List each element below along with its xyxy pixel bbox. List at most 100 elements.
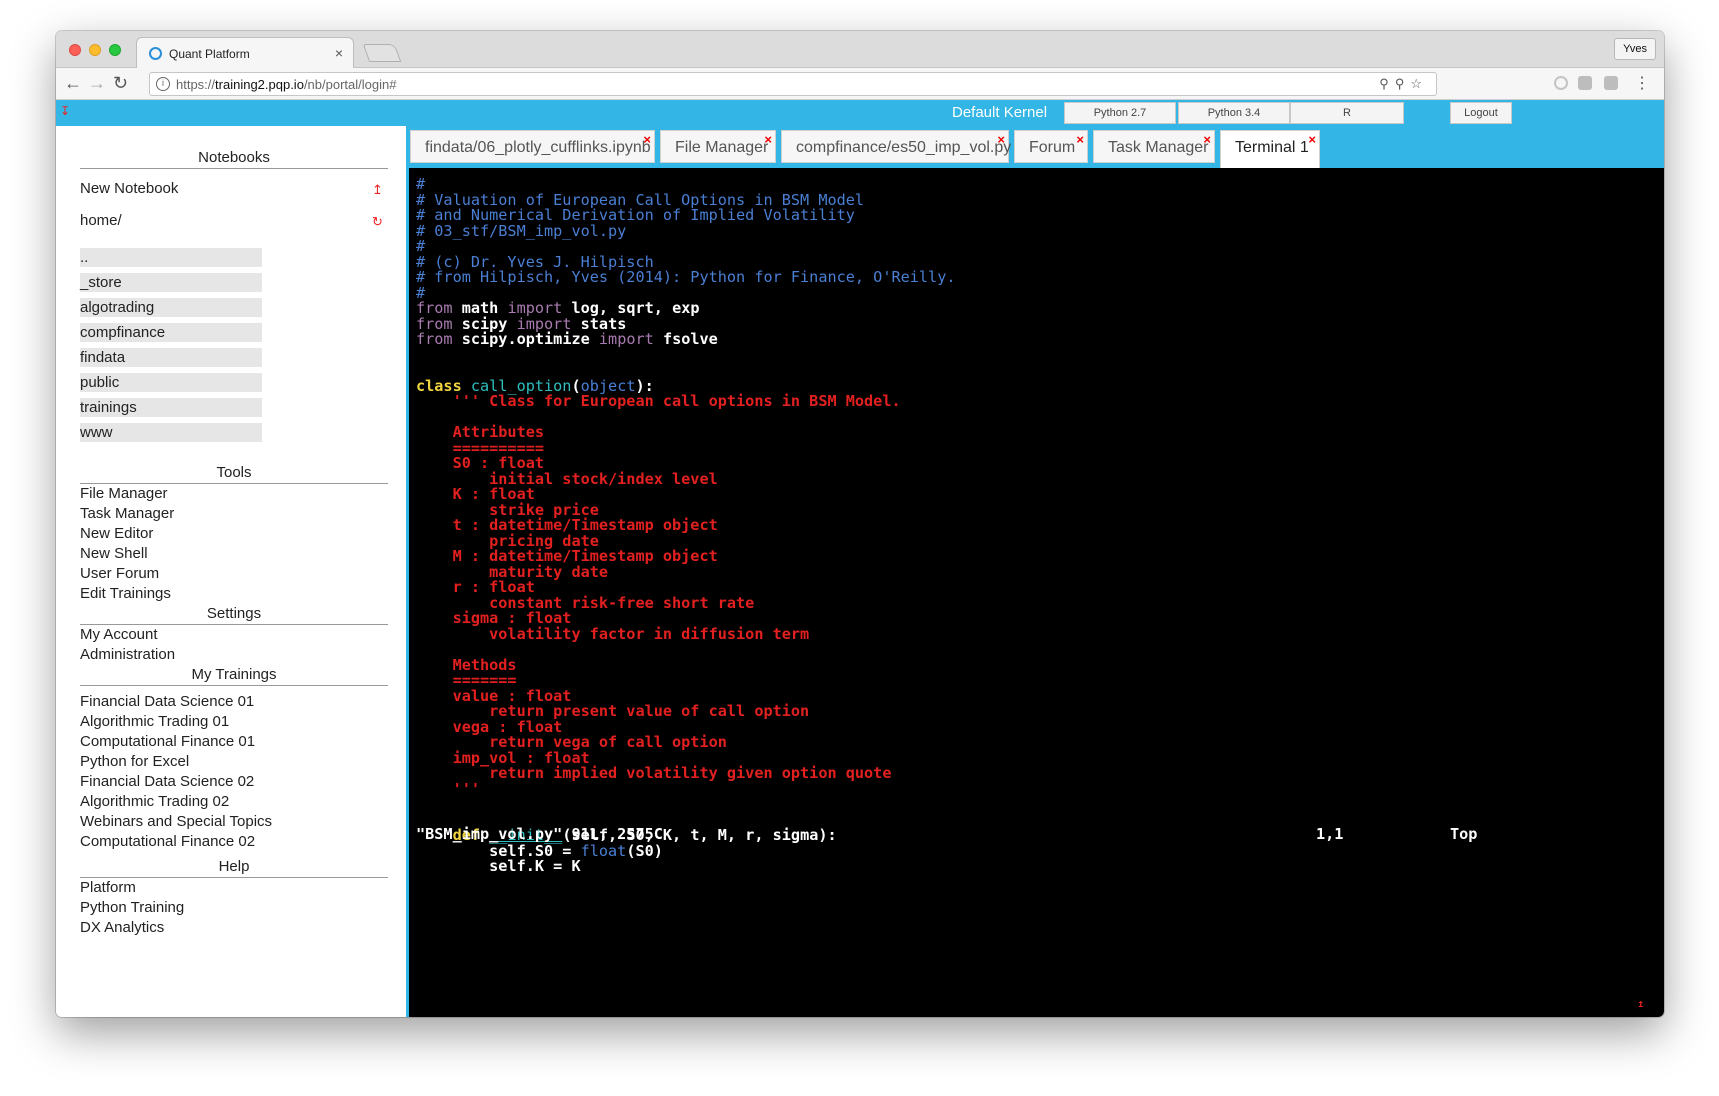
- code-line: initial stock/index level: [416, 469, 718, 488]
- training-item[interactable]: Algorithmic Trading 01: [80, 713, 229, 730]
- close-tab-icon[interactable]: ×: [643, 132, 651, 147]
- new-notebook-link[interactable]: New Notebook: [80, 180, 178, 197]
- settings-item-administration[interactable]: Administration: [80, 646, 175, 663]
- tab-task-manager[interactable]: Task Manager ×: [1093, 130, 1215, 163]
- browser-menu-icon[interactable]: ⋮: [1634, 73, 1650, 93]
- code-line: return present value of call option: [416, 702, 810, 720]
- close-tab-icon[interactable]: ×: [335, 45, 343, 61]
- folder-item[interactable]: ..: [80, 248, 262, 267]
- forward-arrow-icon[interactable]: →: [88, 73, 106, 93]
- folder-item[interactable]: compfinance: [80, 323, 262, 342]
- kernel-r-button[interactable]: R: [1290, 102, 1404, 124]
- back-arrow-icon[interactable]: ←: [64, 73, 82, 93]
- training-item[interactable]: Financial Data Science 01: [80, 693, 254, 710]
- address-bar-actions: ⚲⚲☆: [1379, 76, 1428, 92]
- key-icon[interactable]: ⚲: [1379, 76, 1395, 91]
- tab-findata-notebook[interactable]: findata/06_plotly_cufflinks.ipynb ×: [410, 130, 655, 163]
- close-tab-icon[interactable]: ×: [1308, 132, 1316, 147]
- refresh-icon[interactable]: ↻: [372, 214, 383, 230]
- sidebar: ⇤ Notebooks New Notebook ↥ home/ ↻ .. _s…: [56, 126, 445, 1017]
- main-area: findata/06_plotly_cufflinks.ipynb × File …: [406, 126, 1664, 1017]
- profile-button[interactable]: Yves: [1614, 38, 1656, 60]
- help-item-python-training[interactable]: Python Training: [80, 899, 184, 916]
- tab-forum[interactable]: Forum ×: [1014, 130, 1088, 163]
- settings-item-my-account[interactable]: My Account: [80, 626, 158, 643]
- code-line: Methods: [416, 655, 517, 674]
- browser-tab-title: Quant Platform: [169, 47, 250, 61]
- extension-icon[interactable]: [1578, 76, 1592, 90]
- code-line: return vega of call option: [416, 733, 727, 751]
- tools-item-user-forum[interactable]: User Forum: [80, 565, 159, 582]
- browser-tab-strip: Quant Platform × Yves: [56, 31, 1664, 68]
- training-item[interactable]: Algorithmic Trading 02: [80, 793, 229, 810]
- favicon-icon: [149, 47, 162, 60]
- tools-item-new-shell[interactable]: New Shell: [80, 545, 148, 562]
- browser-window: Quant Platform × Yves ← → ↻ i https://tr…: [56, 31, 1664, 1017]
- logout-button[interactable]: Logout: [1450, 102, 1512, 124]
- notebook-tab-bar: findata/06_plotly_cufflinks.ipynb × File …: [406, 126, 1664, 168]
- browser-toolbar: ← → ↻ i https://training2.pqp.io/nb/port…: [56, 68, 1664, 100]
- default-kernel-label: Default Kernel: [952, 104, 1048, 121]
- folder-item[interactable]: www: [80, 423, 262, 442]
- tab-file-manager[interactable]: File Manager ×: [660, 130, 776, 163]
- folder-item[interactable]: public: [80, 373, 262, 392]
- code-line: from scipy.optimize import fsolve: [416, 330, 718, 348]
- tab-compfinance-script[interactable]: compfinance/es50_imp_vol.py ×: [781, 130, 1011, 163]
- upload-icon[interactable]: ↥: [372, 182, 383, 198]
- extension-g-icon[interactable]: [1604, 76, 1618, 90]
- help-item-dx-analytics[interactable]: DX Analytics: [80, 919, 164, 936]
- tools-item-file-manager[interactable]: File Manager: [80, 485, 168, 502]
- scroll-top-icon[interactable]: ↥: [1637, 996, 1644, 1012]
- tab-terminal-1[interactable]: Terminal 1 ×: [1220, 130, 1320, 168]
- code-line: return implied volatility given option q…: [416, 764, 892, 782]
- training-item[interactable]: Webinars and Special Topics: [80, 813, 272, 830]
- url-text[interactable]: https://training2.pqp.io/nb/portal/login…: [176, 77, 396, 92]
- zoom-icon[interactable]: ⚲: [1395, 76, 1411, 91]
- folder-item[interactable]: trainings: [80, 398, 262, 417]
- folder-item[interactable]: _store: [80, 273, 262, 292]
- tools-item-task-manager[interactable]: Task Manager: [80, 505, 174, 522]
- code-line: Attributes: [416, 423, 545, 441]
- code-line: constant risk-free short rate: [416, 593, 755, 612]
- address-bar[interactable]: i https://training2.pqp.io/nb/portal/log…: [149, 72, 1437, 96]
- tools-item-edit-trainings[interactable]: Edit Trainings: [80, 585, 171, 602]
- extension-power-icon[interactable]: [1554, 76, 1568, 90]
- help-item-platform[interactable]: Platform: [80, 879, 136, 896]
- code-line: K : float: [416, 485, 535, 503]
- close-tab-icon[interactable]: ×: [1076, 132, 1084, 147]
- new-tab-button[interactable]: [362, 44, 402, 62]
- maximize-window-button[interactable]: [109, 44, 121, 56]
- close-tab-icon[interactable]: ×: [997, 132, 1005, 147]
- reload-icon[interactable]: ↻: [113, 73, 128, 93]
- close-tab-icon[interactable]: ×: [764, 132, 772, 147]
- code-line: =======: [416, 671, 517, 689]
- folder-item[interactable]: algotrading: [80, 298, 262, 317]
- home-folder-link[interactable]: home/: [80, 212, 122, 229]
- kernel-python27-button[interactable]: Python 2.7: [1064, 102, 1176, 124]
- settings-title: Settings: [80, 605, 388, 625]
- browser-tab[interactable]: Quant Platform ×: [136, 37, 354, 68]
- training-item[interactable]: Computational Finance 02: [80, 833, 255, 850]
- code-line: volatility factor in diffusion term: [416, 624, 810, 643]
- status-scroll-position: Top: [1450, 825, 1478, 843]
- code-line: self.S0 = float(S0): [416, 841, 663, 860]
- my-trainings-title: My Trainings: [80, 666, 388, 686]
- bookmark-star-icon[interactable]: ☆: [1410, 76, 1428, 91]
- training-item[interactable]: Financial Data Science 02: [80, 773, 254, 790]
- training-item[interactable]: Python for Excel: [80, 753, 189, 770]
- download-arrow-icon[interactable]: ↧: [60, 104, 70, 118]
- kernel-python34-button[interactable]: Python 3.4: [1178, 102, 1290, 124]
- close-tab-icon[interactable]: ×: [1203, 132, 1211, 147]
- tools-item-new-editor[interactable]: New Editor: [80, 525, 153, 542]
- terminal-window[interactable]: # # Valuation of European Call Options i…: [406, 168, 1664, 1017]
- training-item[interactable]: Computational Finance 01: [80, 733, 255, 750]
- folder-item[interactable]: findata: [80, 348, 262, 367]
- close-window-button[interactable]: [69, 44, 81, 56]
- info-icon[interactable]: i: [156, 77, 170, 91]
- status-file-info: "BSM_imp_vol.py" 91L, 2575C: [416, 825, 663, 843]
- minimize-window-button[interactable]: [89, 44, 101, 56]
